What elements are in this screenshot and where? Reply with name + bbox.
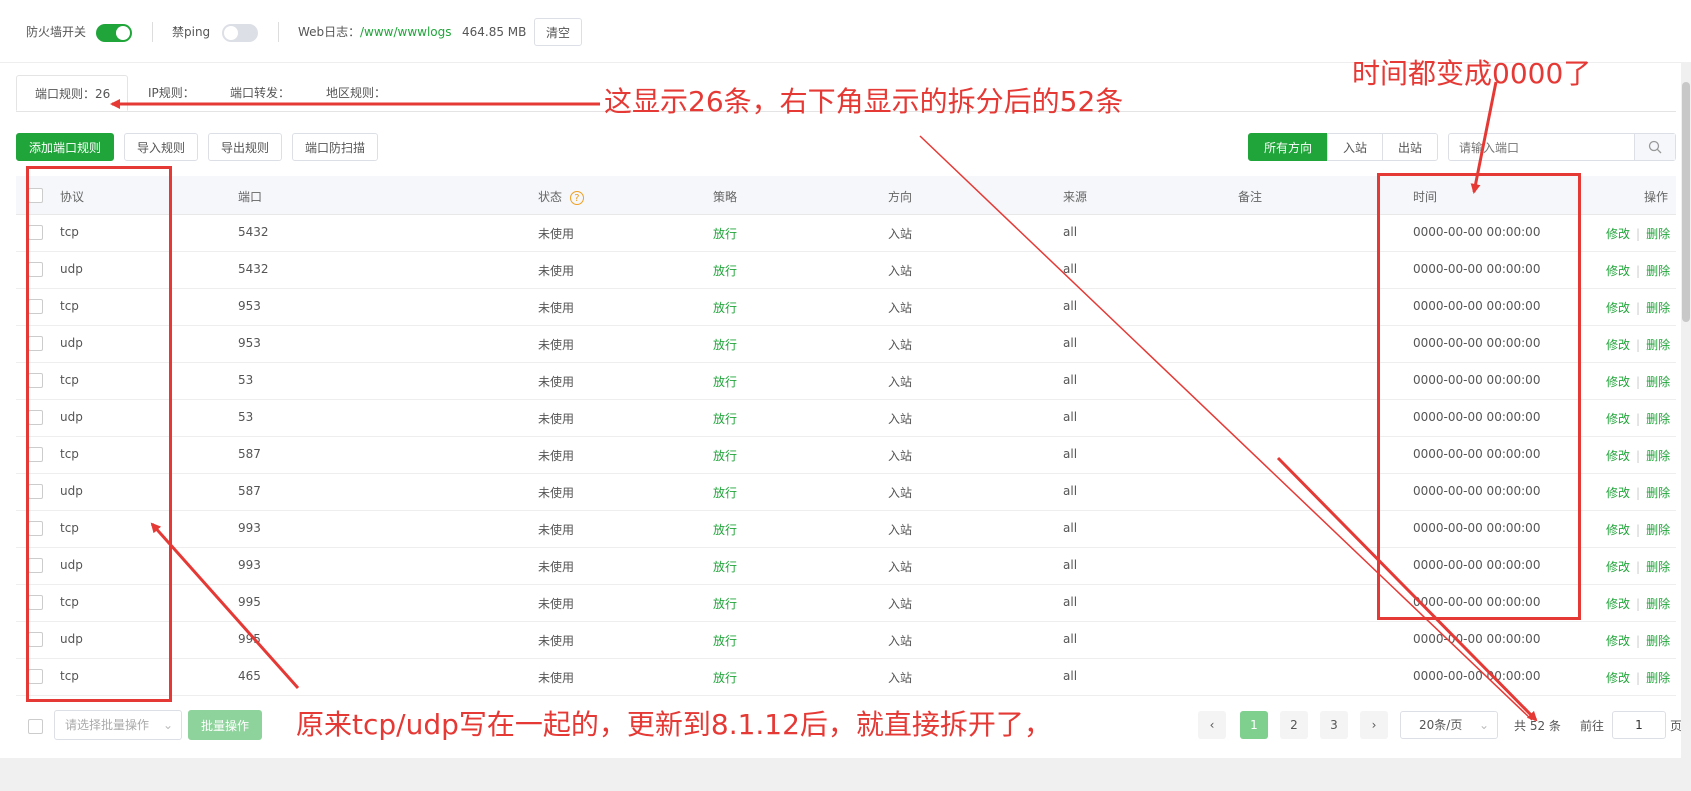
annotation-arrow-protocol [150, 522, 300, 689]
annotation-bottom-note: 原来tcp/udp写在一起的，更新到8.1.12后，就直接拆开了， [296, 708, 1052, 741]
annotation-top-note: 这显示26条，右下角显示的拆分后的52条 [604, 85, 1124, 118]
annotation-box-protocol [26, 166, 172, 702]
annotation-box-time [1377, 173, 1581, 620]
annotation-time-note: 时间都变成0000了 [1352, 57, 1592, 90]
